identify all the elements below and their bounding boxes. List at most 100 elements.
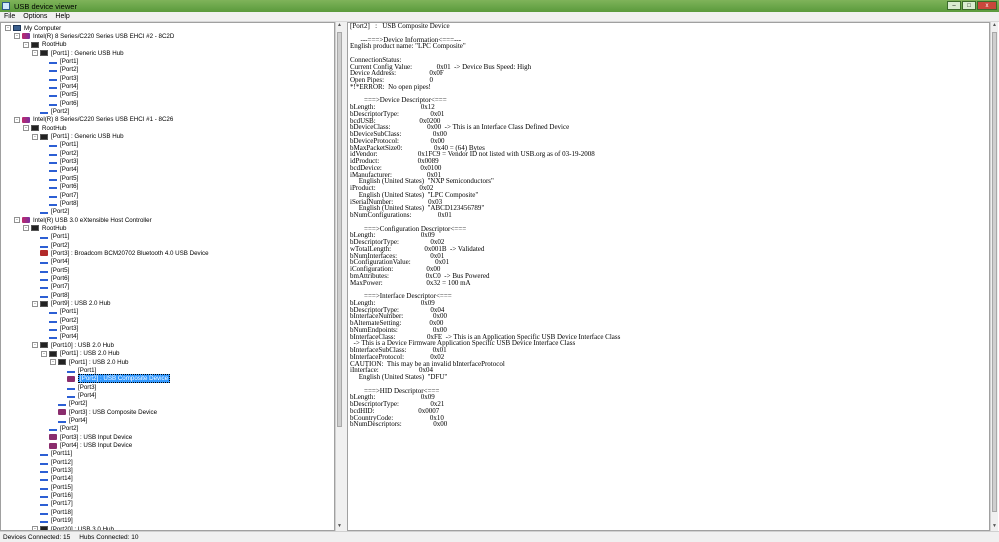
tree-row[interactable]: [Port3] : USB Input Device (41, 433, 132, 441)
tree-row[interactable]: [Port4] (59, 391, 96, 399)
tree-label[interactable]: [Port2] (51, 242, 69, 249)
tree-label[interactable]: RootHub (42, 41, 66, 48)
tree-label[interactable]: [Port17] (51, 500, 73, 507)
tree-row[interactable]: [Port4] (32, 258, 69, 266)
collapse-toggle-icon[interactable]: - (41, 350, 47, 357)
tree-row[interactable]: - [Port1] : Generic USB Hub (32, 133, 124, 141)
tree-row[interactable]: [Port2] : USB Composite Device (59, 374, 171, 384)
tree-scrollbar[interactable]: ▲ ▼ (335, 22, 343, 531)
tree-label[interactable]: [Port15] (51, 484, 73, 491)
tree-row[interactable]: [Port6] (32, 275, 69, 283)
tree-label[interactable]: [Port1] : Generic USB Hub (51, 50, 124, 57)
tree-row[interactable]: [Port4] (41, 333, 78, 341)
detail-scrollbar[interactable]: ▲ ▼ (990, 22, 998, 531)
tree-label[interactable]: [Port1] (60, 141, 78, 148)
tree-row[interactable]: [Port2] (41, 149, 78, 157)
collapse-toggle-icon[interactable]: - (14, 33, 20, 40)
tree-label[interactable]: [Port8] (60, 200, 78, 207)
tree-label[interactable]: [Port5] (60, 91, 78, 98)
tree-label[interactable]: [Port1] (60, 58, 78, 65)
tree-row[interactable]: [Port14] (32, 475, 73, 483)
tree-label[interactable]: [Port2] (51, 108, 69, 115)
tree-row[interactable]: - [Port1] : USB 2.0 Hub (41, 350, 120, 358)
tree-row[interactable]: [Port11] (32, 450, 72, 458)
collapse-toggle-icon[interactable]: - (50, 359, 56, 365)
tree-label[interactable]: [Port6] (51, 275, 69, 282)
tree-row[interactable]: [Port18] (32, 508, 73, 516)
tree-label[interactable]: [Port10] : USB 2.0 Hub (51, 342, 114, 349)
tree-label[interactable]: [Port4] (60, 166, 78, 173)
tree-row[interactable]: [Port3] (41, 325, 78, 333)
close-button[interactable]: x (977, 1, 997, 10)
tree-label[interactable]: [Port18] (51, 509, 73, 516)
collapse-toggle-icon[interactable]: - (14, 116, 20, 123)
collapse-toggle-icon[interactable]: - (23, 41, 29, 48)
tree-row[interactable]: - Intel(R) 8 Series/C220 Series USB EHCI … (14, 116, 173, 124)
tree-row[interactable]: [Port4] (41, 166, 78, 174)
collapse-toggle-icon[interactable]: - (14, 217, 20, 224)
tree-row[interactable]: - [Port9] : USB 2.0 Hub (32, 300, 111, 308)
tree-label[interactable]: [Port2] (60, 66, 78, 73)
tree-label[interactable]: [Port9] : USB 2.0 Hub (51, 300, 111, 307)
tree-row[interactable]: [Port2] (41, 66, 78, 74)
tree-row[interactable]: [Port7] (41, 191, 78, 199)
tree-row[interactable]: - My Computer (5, 24, 61, 32)
collapse-toggle-icon[interactable]: - (32, 133, 38, 140)
collapse-toggle-icon[interactable]: - (23, 125, 29, 132)
tree-label[interactable]: [Port11] (51, 450, 72, 457)
tree-label[interactable]: [Port5] (60, 175, 78, 182)
tree-label[interactable]: [Port16] (51, 492, 73, 499)
tree-row[interactable]: [Port16] (32, 492, 73, 500)
tree-row[interactable]: [Port2] (32, 241, 69, 249)
tree-row[interactable]: - Intel(R) 8 Series/C220 Series USB EHCI … (14, 32, 174, 40)
menu-options[interactable]: Options (23, 13, 47, 20)
tree-row[interactable]: [Port3] (59, 383, 96, 391)
tree-label[interactable]: Intel(R) 8 Series/C220 Series USB EHCI #… (33, 33, 174, 40)
tree-label[interactable]: [Port2] (60, 317, 78, 324)
collapse-toggle-icon[interactable]: - (32, 342, 38, 349)
tree-label[interactable]: [Port3] (60, 158, 78, 165)
tree-label[interactable]: [Port4] (60, 333, 78, 340)
tree-row[interactable]: [Port13] (32, 467, 73, 475)
tree-row[interactable]: [Port4] : USB Input Device (41, 442, 132, 450)
tree-label[interactable]: RootHub (42, 225, 66, 232)
tree-label[interactable]: [Port1] : USB 2.0 Hub (69, 359, 129, 366)
tree-label[interactable]: [Port4] (69, 417, 87, 424)
tree-label[interactable]: [Port5] (51, 267, 69, 274)
tree-row[interactable]: [Port5] (41, 174, 78, 182)
tree-row[interactable]: [Port1] (59, 366, 96, 374)
tree-label[interactable]: [Port4] : USB Input Device (60, 442, 132, 449)
tree-row[interactable]: [Port3] : USB Composite Device (50, 408, 157, 416)
tree-row[interactable]: [Port8] (41, 199, 78, 207)
tree-row[interactable]: [Port8] (32, 291, 69, 299)
tree-label[interactable]: [Port1] : USB 2.0 Hub (60, 350, 120, 357)
tree-label[interactable]: [Port3] (60, 325, 78, 332)
tree-label[interactable]: [Port13] (51, 467, 73, 474)
tree-row[interactable]: [Port2] (41, 316, 78, 324)
tree-label[interactable]: [Port3] : Broadcom BCM20702 Bluetooth 4.… (51, 250, 209, 257)
tree-row[interactable]: [Port2] (32, 208, 69, 216)
collapse-toggle-icon[interactable]: - (32, 50, 38, 57)
tree-label[interactable]: My Computer (24, 25, 61, 32)
tree-row[interactable]: [Port12] (32, 458, 73, 466)
tree-label[interactable]: [Port6] (60, 183, 78, 190)
scroll-down-arrow-icon[interactable]: ▼ (336, 523, 343, 531)
tree-label[interactable]: [Port3] : USB Input Device (60, 434, 132, 441)
tree-label[interactable]: RootHub (42, 125, 66, 132)
tree-label[interactable]: [Port4] (60, 83, 78, 90)
tree-row[interactable]: [Port17] (32, 500, 73, 508)
menu-file[interactable]: File (4, 13, 15, 20)
tree-row[interactable]: [Port6] (41, 183, 78, 191)
tree-row[interactable]: - [Port10] : USB 2.0 Hub (32, 341, 114, 349)
tree-row[interactable]: - RootHub (23, 41, 66, 49)
tree-label[interactable]: [Port1] (78, 367, 96, 374)
tree-row[interactable]: [Port2] (32, 108, 69, 116)
tree-row[interactable]: [Port4] (41, 82, 78, 90)
tree-row[interactable]: [Port6] (41, 99, 78, 107)
tree-label[interactable]: [Port12] (51, 459, 73, 466)
tree-row[interactable]: [Port3] (41, 74, 78, 82)
tree-label[interactable]: Intel(R) 8 Series/C220 Series USB EHCI #… (33, 116, 173, 123)
tree-row[interactable]: [Port5] (32, 266, 69, 274)
tree-row[interactable]: [Port4] (50, 416, 87, 424)
tree-row[interactable]: - [Port1] : Generic USB Hub (32, 49, 124, 57)
